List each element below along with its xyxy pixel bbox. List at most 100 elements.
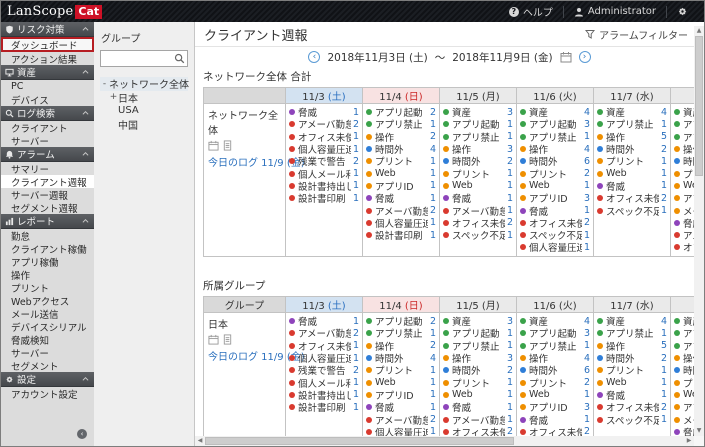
sidebar-item[interactable]: クライアント — [1, 121, 94, 135]
sidebar-item[interactable]: デバイスシリアル — [1, 320, 94, 334]
horizontal-scroll-thumb[interactable] — [205, 437, 515, 445]
horizontal-scrollbar[interactable]: ◀ ▶ — [195, 436, 694, 446]
alarm-count[interactable]: 1 — [353, 193, 359, 204]
sidebar-item[interactable]: セグメント — [1, 359, 94, 373]
alarm-count[interactable]: 1 — [584, 242, 590, 253]
settings-gear-button[interactable] — [667, 1, 698, 22]
alarm-count[interactable]: 2 — [353, 119, 359, 130]
sidebar-item[interactable]: セグメント週報 — [1, 201, 94, 215]
alarm-count[interactable]: 3 — [507, 107, 513, 118]
alarm-count[interactable]: 2 — [430, 414, 436, 425]
sidebar-item[interactable]: プリント — [1, 281, 94, 295]
alarm-count[interactable]: 1 — [584, 414, 590, 425]
alarm-count[interactable]: 2 — [661, 353, 667, 364]
tree-item[interactable]: - ネットワーク全体 — [100, 77, 189, 91]
alarm-count[interactable]: 2 — [430, 131, 436, 142]
today-log-link[interactable]: 今日のログ 11/9 (金) — [208, 154, 305, 169]
alarm-count[interactable]: 1 — [507, 389, 513, 400]
alarm-count[interactable]: 1 — [430, 402, 436, 413]
alarm-count[interactable]: 1 — [584, 205, 590, 216]
alarm-count[interactable]: 1 — [430, 180, 436, 191]
expand-icon[interactable]: + — [109, 92, 118, 102]
sidebar-item[interactable]: アプリ稼働 — [1, 255, 94, 269]
alarm-count[interactable]: 1 — [661, 119, 667, 130]
alarm-count[interactable]: 2 — [353, 156, 359, 167]
calendar-mini-icon[interactable] — [208, 140, 219, 151]
sidebar-item[interactable]: ダッシュボード — [1, 37, 94, 52]
alarm-count[interactable]: 2 — [584, 217, 590, 228]
alarm-count[interactable]: 3 — [584, 119, 590, 130]
alarm-count[interactable]: 1 — [430, 230, 436, 241]
alarm-count[interactable]: 2 — [584, 426, 590, 436]
sidebar-section-alarm[interactable]: アラーム — [1, 147, 94, 162]
search-icon[interactable] — [174, 53, 185, 64]
sidebar-item[interactable]: メール送信 — [1, 307, 94, 321]
alarm-count[interactable]: 4 — [584, 107, 590, 118]
alarm-count[interactable]: 1 — [353, 316, 359, 327]
alarm-count[interactable]: 1 — [507, 180, 513, 191]
alarm-count[interactable]: 1 — [507, 377, 513, 388]
alarm-count[interactable]: 1 — [430, 365, 436, 376]
alarm-count[interactable]: 1 — [353, 402, 359, 413]
alarm-count[interactable]: 2 — [661, 144, 667, 155]
alarm-count[interactable]: 3 — [584, 193, 590, 204]
alarm-count[interactable]: 2 — [507, 217, 513, 228]
alarm-count[interactable]: 2 — [430, 340, 436, 351]
sidebar-collapse-button[interactable]: ‹ — [77, 429, 87, 439]
alarm-count[interactable]: 1 — [661, 205, 667, 216]
alarm-filter-button[interactable]: アラームフィルター — [585, 27, 688, 42]
alarm-count[interactable]: 1 — [353, 168, 359, 179]
alarm-count[interactable]: 1 — [353, 144, 359, 155]
alarm-count[interactable]: 1 — [353, 353, 359, 364]
alarm-count[interactable]: 2 — [353, 365, 359, 376]
alarm-count[interactable]: 3 — [584, 328, 590, 339]
vertical-scrollbar[interactable]: ▲ ▼ — [694, 26, 704, 436]
alarm-count[interactable]: 2 — [507, 365, 513, 376]
sidebar-item[interactable]: クライアント週報 — [1, 175, 94, 188]
alarm-count[interactable]: 1 — [507, 402, 513, 413]
alarm-count[interactable]: 2 — [353, 328, 359, 339]
alarm-count[interactable]: 1 — [584, 230, 590, 241]
alarm-count[interactable]: 1 — [430, 119, 436, 130]
alarm-count[interactable]: 1 — [430, 426, 436, 436]
alarm-count[interactable]: 1 — [584, 340, 590, 351]
alarm-count[interactable]: 4 — [584, 316, 590, 327]
alarm-count[interactable]: 5 — [661, 131, 667, 142]
alarm-count[interactable]: 2 — [584, 168, 590, 179]
alarm-count[interactable]: 4 — [430, 353, 436, 364]
user-menu-button[interactable]: Administrator — [564, 1, 666, 22]
sidebar-section-risk[interactable]: リスク対策 — [1, 22, 94, 37]
collapse-icon[interactable]: - — [100, 79, 109, 89]
sidebar-item[interactable]: アカウント設定 — [1, 387, 94, 401]
alarm-count[interactable]: 1 — [507, 131, 513, 142]
alarm-count[interactable]: 1 — [507, 205, 513, 216]
alarm-count[interactable]: 1 — [584, 180, 590, 191]
alarm-count[interactable]: 1 — [430, 328, 436, 339]
alarm-count[interactable]: 2 — [430, 316, 436, 327]
alarm-count[interactable]: 1 — [430, 193, 436, 204]
alarm-count[interactable]: 4 — [430, 144, 436, 155]
sidebar-item[interactable]: 脅威検知 — [1, 333, 94, 347]
alarm-count[interactable]: 1 — [430, 156, 436, 167]
alarm-count[interactable]: 1 — [507, 414, 513, 425]
sidebar-section-log-search[interactable]: ログ検索 — [1, 106, 94, 121]
sidebar-item[interactable]: デバイス — [1, 93, 94, 107]
sidebar-section-asset[interactable]: 資産 — [1, 65, 94, 80]
alarm-count[interactable]: 2 — [507, 426, 513, 436]
alarm-count[interactable]: 4 — [661, 107, 667, 118]
sidebar-item[interactable]: サマリー — [1, 162, 94, 176]
alarm-count[interactable]: 1 — [661, 389, 667, 400]
alarm-count[interactable]: 1 — [353, 107, 359, 118]
alarm-count[interactable]: 1 — [661, 328, 667, 339]
alarm-count[interactable]: 4 — [584, 353, 590, 364]
alarm-count[interactable]: 6 — [584, 365, 590, 376]
sidebar-item[interactable]: Webアクセス — [1, 294, 94, 308]
today-log-link[interactable]: 今日のログ 11/9 (金) — [208, 348, 305, 363]
alarm-count[interactable]: 1 — [353, 377, 359, 388]
alarm-count[interactable]: 3 — [507, 316, 513, 327]
alarm-count[interactable]: 1 — [584, 131, 590, 142]
alarm-count[interactable]: 3 — [507, 144, 513, 155]
alarm-count[interactable]: 1 — [661, 180, 667, 191]
scroll-up-arrow[interactable]: ▲ — [694, 26, 704, 36]
vertical-scroll-thumb[interactable] — [695, 36, 703, 176]
